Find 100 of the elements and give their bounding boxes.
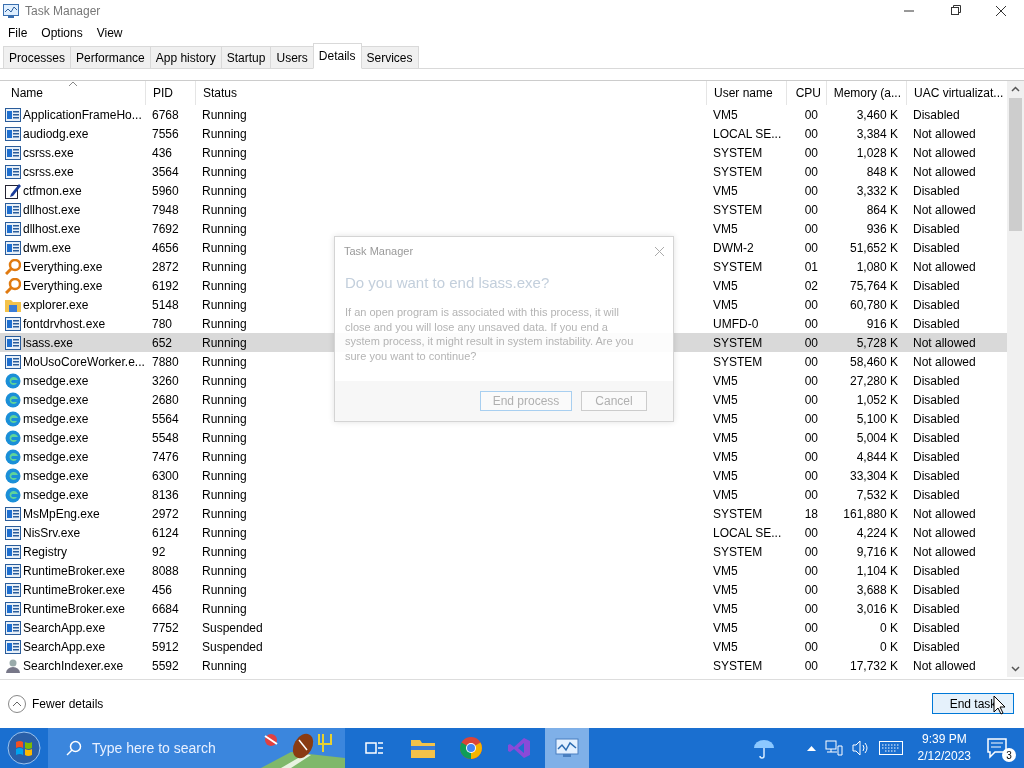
table-cell: VM5 (713, 183, 738, 198)
table-cell: 00 (804, 240, 818, 255)
table-cell: 7948 (152, 202, 179, 217)
table-cell: VM5 (713, 582, 738, 597)
search-input[interactable]: Type here to search (92, 738, 242, 758)
menu-item[interactable]: View (96, 26, 123, 40)
column-header[interactable]: Memory (a... (826, 81, 906, 105)
table-cell: 848 K (866, 164, 898, 179)
table-cell: dllhost.exe (23, 202, 81, 217)
table-cell: LOCAL SE... (713, 525, 782, 540)
search-field[interactable]: Type here to search (48, 728, 261, 768)
tab[interactable]: Processes (3, 46, 72, 68)
table-cell: msedge.exe (23, 468, 89, 483)
table-cell: 00 (804, 563, 818, 578)
window-title: Task Manager (25, 4, 102, 18)
table-cell: msedge.exe (23, 373, 89, 388)
table-cell: 00 (804, 468, 818, 483)
table-cell: VM5 (713, 107, 738, 122)
table-cell: csrss.exe (23, 164, 74, 179)
table-cell: 00 (804, 164, 818, 179)
table-cell: 7752 (152, 620, 179, 635)
table-cell: SearchApp.exe (23, 620, 106, 635)
table-cell: 864 K (866, 202, 898, 217)
table-cell: Disabled (913, 468, 960, 483)
column-header[interactable]: CPU (786, 81, 826, 105)
tab[interactable]: Services (360, 46, 419, 68)
table-cell: 780 (152, 316, 173, 331)
table-cell: Running (202, 373, 247, 388)
table-cell: Disabled (913, 411, 960, 426)
table-cell: 8136 (152, 487, 179, 502)
tab[interactable]: Performance (70, 46, 151, 68)
table-cell: 00 (804, 639, 818, 654)
table-cell: 00 (804, 335, 818, 350)
table-cell: UMFD-0 (713, 316, 759, 331)
table-cell: VM5 (713, 487, 738, 502)
table-cell: Everything.exe (23, 259, 103, 274)
table-cell: RuntimeBroker.exe (23, 582, 126, 597)
tab[interactable]: Users (270, 46, 314, 68)
tab[interactable]: Startup (220, 46, 272, 68)
table-cell: 161,880 K (843, 506, 898, 521)
table-cell: dwm.exe (23, 240, 72, 255)
clock-date[interactable]: 2/12/2023 (917, 748, 971, 765)
table-cell: 6684 (152, 601, 179, 616)
table-cell: 4,224 K (856, 525, 898, 540)
table-cell: 00 (804, 620, 818, 635)
column-header[interactable]: Name (0, 81, 145, 105)
table-cell: 7556 (152, 126, 179, 141)
table-cell: Disabled (913, 582, 960, 597)
table-cell: Running (202, 316, 247, 331)
tab[interactable]: Details (312, 43, 362, 69)
dialog-message: If an open program is associated with this process, it will close and you will lose any unsaved data. If you end a system process, it might result in system instability. Are you sure you want to continue? (344, 305, 635, 364)
column-header[interactable]: User name (706, 81, 786, 105)
table-cell: Running (202, 202, 247, 217)
column-header[interactable]: UAC virtualizat... (906, 81, 1006, 105)
table-cell: Running (202, 449, 247, 464)
table-cell: 456 (152, 582, 173, 597)
table-cell: msedge.exe (23, 392, 89, 407)
table-cell: SearchApp.exe (23, 639, 106, 654)
table-cell: 6192 (152, 278, 179, 293)
table-cell: NisSrv.exe (23, 525, 81, 540)
table-cell: 3,384 K (856, 126, 898, 141)
table-cell: 5,004 K (856, 430, 898, 445)
table-cell: Running (202, 392, 247, 407)
table-cell: 5564 (152, 411, 179, 426)
table-cell: Not allowed (913, 164, 976, 179)
table-cell: Not allowed (913, 202, 976, 217)
table-cell: 00 (804, 582, 818, 597)
table-cell: 75,764 K (849, 278, 898, 293)
table-cell: Running (202, 582, 247, 597)
table-cell: MsMpEng.exe (23, 506, 100, 521)
table-cell: 1,028 K (856, 145, 898, 160)
table-cell: Running (202, 183, 247, 198)
menu-item[interactable]: File (8, 26, 28, 40)
menu-item[interactable]: Options (41, 26, 83, 40)
tab[interactable]: App history (149, 46, 222, 68)
table-cell: 00 (804, 544, 818, 559)
table-cell: Registry (23, 544, 67, 559)
table-cell: Running (202, 164, 247, 179)
fewer-details-button[interactable]: Fewer details (8, 694, 104, 713)
table-cell: 6124 (152, 525, 179, 540)
table-cell: explorer.exe (23, 297, 89, 312)
table-cell: Running (202, 335, 247, 350)
table-cell: 1,080 K (856, 259, 898, 274)
table-cell: 6768 (152, 107, 179, 122)
table-cell: Suspended (202, 639, 263, 654)
table-cell: LOCAL SE... (713, 126, 782, 141)
table-cell: Everything.exe (23, 278, 103, 293)
table-cell: 00 (804, 601, 818, 616)
column-header[interactable]: PID (145, 81, 195, 105)
table-cell: SYSTEM (713, 658, 763, 673)
table-cell: Disabled (913, 316, 960, 331)
table-cell: 7,532 K (856, 487, 898, 502)
column-header[interactable]: Status (195, 81, 706, 105)
table-cell: 00 (804, 202, 818, 217)
clock-time[interactable]: 9:39 PM (921, 731, 967, 748)
table-cell: 58,460 K (849, 354, 898, 369)
table-cell: Disabled (913, 601, 960, 616)
table-cell: 27,280 K (849, 373, 898, 388)
table-cell: 5,100 K (856, 411, 898, 426)
table-cell: 7476 (152, 449, 179, 464)
